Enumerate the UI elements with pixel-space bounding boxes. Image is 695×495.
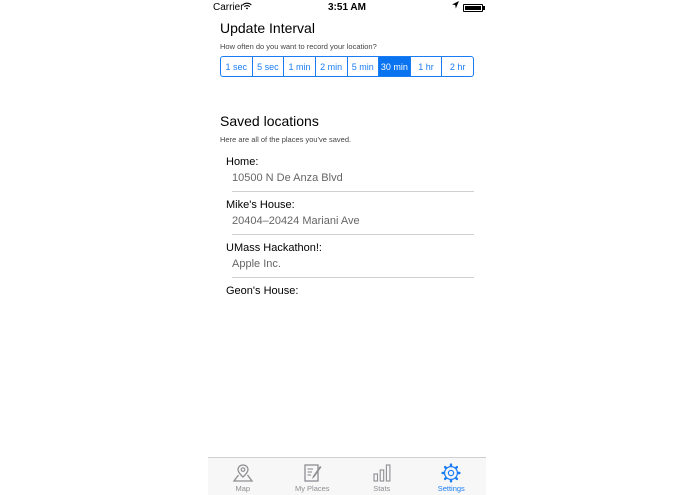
interval-option-1-hr[interactable]: 1 hr [411, 57, 443, 76]
tab-stats[interactable]: Stats [347, 458, 417, 495]
tab-map-label: Map [235, 484, 251, 493]
divider [232, 234, 474, 235]
interval-option-2-min[interactable]: 2 min [316, 57, 348, 76]
tab-map[interactable]: Map [208, 458, 278, 495]
tab-stats-label: Stats [373, 484, 391, 493]
bar-chart-icon [373, 464, 391, 482]
interval-option-1-min[interactable]: 1 min [284, 57, 316, 76]
tab-my-places-label: My Places [294, 484, 330, 493]
interval-subtitle: How often do you want to record your loc… [220, 42, 377, 51]
notepad-icon [304, 464, 322, 482]
tab-settings-label: Settings [437, 484, 465, 493]
clock: 3:51 AM [328, 2, 366, 13]
place-name: Home: [226, 156, 259, 168]
interval-segmented-control: 1 sec 5 sec 1 min 2 min 5 min 30 min 1 h… [220, 56, 474, 77]
place-address: 10500 N De Anza Blvd [232, 172, 343, 184]
interval-option-1-sec[interactable]: 1 sec [221, 57, 253, 76]
list-item[interactable]: Home: 10500 N De Anza Blvd [226, 156, 474, 184]
place-address: Apple Inc. [232, 258, 281, 270]
battery-icon [463, 4, 485, 12]
list-item[interactable]: Geon's House: [226, 285, 474, 297]
tab-my-places[interactable]: My Places [278, 458, 348, 495]
divider [232, 191, 474, 192]
list-item[interactable]: Mike's House: 20404–20424 Mariani Ave [226, 199, 474, 227]
tab-bar: Map My Places Stats Settings [208, 457, 486, 495]
saved-subtitle: Here are all of the places you've saved. [220, 135, 352, 144]
location-arrow-icon [452, 1, 459, 12]
interval-option-5-sec[interactable]: 5 sec [253, 57, 285, 76]
place-name: Mike's House: [226, 199, 295, 211]
interval-option-5-min[interactable]: 5 min [348, 57, 380, 76]
divider [232, 277, 474, 278]
interval-option-2-hr[interactable]: 2 hr [442, 57, 473, 76]
place-name: Geon's House: [226, 285, 299, 297]
saved-title: Saved locations [220, 113, 319, 129]
gear-icon [441, 463, 461, 483]
list-item[interactable]: UMass Hackathon!: Apple Inc. [226, 242, 474, 270]
place-name: UMass Hackathon!: [226, 242, 322, 254]
interval-title: Update Interval [220, 20, 315, 36]
map-pin-icon [232, 464, 254, 482]
tab-settings[interactable]: Settings [417, 458, 487, 495]
interval-option-30-min[interactable]: 30 min [379, 57, 411, 76]
place-address: 20404–20424 Mariani Ave [232, 215, 360, 227]
status-bar: Carrier 3:51 AM [208, 0, 486, 14]
